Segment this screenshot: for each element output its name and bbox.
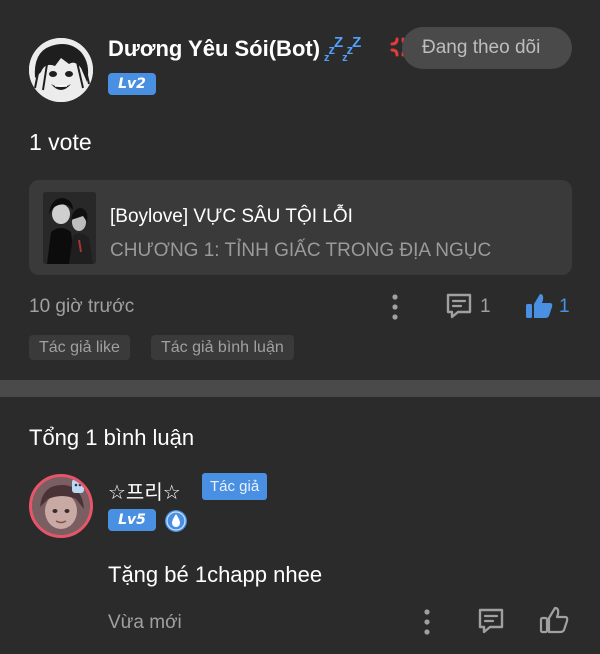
comment-count: 1 xyxy=(480,296,491,317)
sleeping-zzz-icon: zzZzzZ xyxy=(324,34,361,64)
tag-author-like: Tác giả like xyxy=(29,335,130,360)
author-tag-badge: Tác giả xyxy=(202,473,268,500)
comments-total-title: Tổng 1 bình luận xyxy=(29,425,195,450)
tag-author-comment: Tác giả bình luận xyxy=(151,335,294,360)
author-level-badge: Lv2 xyxy=(108,73,156,95)
more-vertical-icon[interactable] xyxy=(420,608,434,636)
more-vertical-icon[interactable] xyxy=(388,293,402,321)
section-divider xyxy=(0,380,600,397)
post-time: 10 giờ trước xyxy=(29,296,135,317)
vote-count-text: 1 vote xyxy=(29,129,92,155)
story-title: [Boylove] VỰC SÂU TỘI LỖI xyxy=(110,206,353,227)
comment-time: Vừa mới xyxy=(108,612,182,633)
comment-icon[interactable] xyxy=(444,291,474,321)
post-card: Dương Yêu Sói(Bot) zzZzzZ Đang theo dõi … xyxy=(0,0,600,380)
follow-button[interactable]: Đang theo dõi xyxy=(402,27,572,69)
story-link-card[interactable]: [Boylove] VỰC SÂU TỘI LỖI CHƯƠNG 1: TỈNH… xyxy=(29,180,572,275)
author-name[interactable]: Dương Yêu Sói(Bot) xyxy=(108,36,320,62)
thumbs-up-outline-icon[interactable] xyxy=(538,604,570,636)
author-avatar[interactable] xyxy=(29,38,93,102)
water-drop-icon xyxy=(165,510,187,532)
commenter-avatar[interactable] xyxy=(29,474,93,538)
commenter-level-badge: Lv5 xyxy=(108,509,156,531)
story-cover-image xyxy=(43,192,96,264)
comment-text: Tặng bé 1chapp nhee xyxy=(108,562,323,587)
story-chapter: CHƯƠNG 1: TỈNH GIẤC TRONG ĐỊA NGỤC xyxy=(110,240,492,261)
commenter-name[interactable]: ☆프리☆ xyxy=(108,476,181,505)
thumbs-up-icon[interactable] xyxy=(523,290,555,322)
like-count: 1 xyxy=(559,296,570,317)
reply-comment-icon[interactable] xyxy=(476,606,506,636)
